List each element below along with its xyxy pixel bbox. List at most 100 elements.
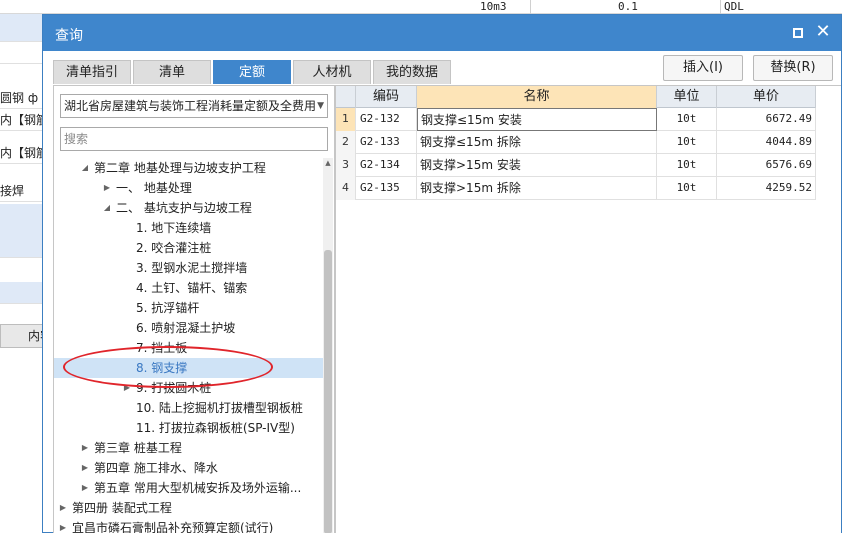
- tab-my-data[interactable]: 我的数据: [373, 60, 451, 84]
- expand-arrow-icon[interactable]: ▶: [102, 178, 112, 198]
- cell-unit[interactable]: 10t: [657, 177, 717, 200]
- cell-price[interactable]: 6576.69: [717, 154, 816, 177]
- tree-item-label: 宜昌市磷石膏制品补充预算定额(试行): [72, 521, 274, 533]
- tree-item-label: 4. 土钉、锚杆、锚索: [136, 281, 248, 295]
- tree-item[interactable]: 5. 抗浮锚杆: [54, 298, 324, 318]
- tree-item[interactable]: ▶ 第四章 施工排水、降水: [54, 458, 324, 478]
- cell-code[interactable]: G2-133: [356, 131, 417, 154]
- background-top-row: 10m3 0.1 QDL: [0, 0, 842, 14]
- bg-divider: [530, 0, 531, 14]
- bg-row: [0, 282, 43, 304]
- tree-item-label: 第四章 施工排水、降水: [94, 461, 218, 475]
- tree-item-label: 第三章 桩基工程: [94, 441, 182, 455]
- expand-arrow-icon[interactable]: ▶: [122, 378, 132, 398]
- column-header-code[interactable]: 编码: [356, 86, 417, 108]
- column-header-name[interactable]: 名称: [417, 86, 657, 108]
- bg-row: 内【钢筋: [0, 109, 43, 131]
- maximize-button[interactable]: [789, 24, 807, 42]
- collapse-arrow-icon[interactable]: ◢: [102, 198, 112, 218]
- tree-item[interactable]: 11. 打拔拉森钢板桩(SP-IV型): [54, 418, 324, 438]
- cell-unit[interactable]: 10t: [657, 154, 717, 177]
- expand-arrow-icon[interactable]: ▶: [58, 518, 68, 533]
- expand-arrow-icon[interactable]: ▶: [80, 458, 90, 478]
- background-left-strip: 圆钢 ф 内【钢筋 内【钢筋 接焊 内容: [0, 14, 78, 533]
- table-row[interactable]: 1 G2-132 钢支撑≤15m 安装 10t 6672.49: [336, 108, 816, 131]
- tab-labor-material-machine[interactable]: 人材机: [293, 60, 371, 84]
- quota-library-value: 湖北省房屋建筑与装饰工程消耗量定额及全费用: [64, 99, 317, 113]
- cell-code[interactable]: G2-134: [356, 154, 417, 177]
- search-input[interactable]: [60, 127, 328, 151]
- tree-item[interactable]: 2. 咬合灌注桩: [54, 238, 324, 258]
- cell-num: 2: [336, 131, 356, 154]
- tree-item-label: 1. 地下连续墙: [136, 221, 212, 235]
- collapse-arrow-icon[interactable]: ◢: [80, 158, 90, 178]
- cell-name[interactable]: 钢支撑≤15m 安装: [417, 108, 657, 131]
- bg-qty-value: 0.1: [618, 0, 638, 13]
- quota-tree: ◢ 第二章 地基处理与边坡支护工程 ▶ 一、 地基处理 ◢ 二、 基坑支护与边坡工程 1. …: [54, 158, 324, 533]
- column-header-unit[interactable]: 单位: [657, 86, 717, 108]
- tree-item-label: 5. 抗浮锚杆: [136, 301, 200, 315]
- tree-item-label: 第五章 常用大型机械安拆及场外运输...: [94, 481, 302, 495]
- table-row[interactable]: 2 G2-133 钢支撑≤15m 拆除 10t 4044.89: [336, 131, 816, 154]
- bg-row: [0, 204, 43, 258]
- dialog-title: 查询: [55, 28, 83, 44]
- cell-price[interactable]: 4259.52: [717, 177, 816, 200]
- table-header: 编码 名称 单位 单价: [336, 86, 816, 108]
- cell-price[interactable]: 6672.49: [717, 108, 816, 131]
- tree-item[interactable]: ▶ 一、 地基处理: [54, 178, 324, 198]
- table-row[interactable]: 4 G2-135 钢支撑>15m 拆除 10t 4259.52: [336, 177, 816, 200]
- insert-button[interactable]: 插入(I): [663, 55, 743, 81]
- scroll-up-icon[interactable]: ▲: [323, 158, 333, 168]
- tree-item[interactable]: ▶ 宜昌市磷石膏制品补充预算定额(试行): [54, 518, 324, 533]
- cell-unit[interactable]: 10t: [657, 131, 717, 154]
- cell-num: 1: [336, 108, 356, 131]
- close-button[interactable]: ✕: [813, 21, 833, 43]
- tab-bill-guide[interactable]: 清单指引: [53, 60, 131, 84]
- cell-name[interactable]: 钢支撑>15m 拆除: [417, 177, 657, 200]
- close-icon: ✕: [815, 21, 831, 42]
- cell-unit[interactable]: 10t: [657, 108, 717, 131]
- cell-price[interactable]: 4044.89: [717, 131, 816, 154]
- bg-row: [0, 42, 43, 64]
- expand-arrow-icon[interactable]: ▶: [80, 478, 90, 498]
- tree-item[interactable]: 3. 型钢水泥土搅拌墙: [54, 258, 324, 278]
- expand-arrow-icon[interactable]: ▶: [58, 498, 68, 518]
- tree-item[interactable]: ▶ 第五章 常用大型机械安拆及场外运输...: [54, 478, 324, 498]
- tree-item-label: 2. 咬合灌注桩: [136, 241, 212, 255]
- column-header-price[interactable]: 单价: [717, 86, 816, 108]
- table-row[interactable]: 3 G2-134 钢支撑>15m 安装 10t 6576.69: [336, 154, 816, 177]
- tree-item[interactable]: ▶ 第四册 装配式工程: [54, 498, 324, 518]
- tree-scrollbar[interactable]: ▲: [323, 158, 333, 533]
- tree-item[interactable]: 1. 地下连续墙: [54, 218, 324, 238]
- cell-num: 4: [336, 177, 356, 200]
- quota-library-select[interactable]: 湖北省房屋建筑与装饰工程消耗量定额及全费用 ▼: [60, 94, 328, 118]
- tree-item[interactable]: ▶ 第三章 桩基工程: [54, 438, 324, 458]
- tab-quota[interactable]: 定额: [213, 60, 291, 84]
- quota-tree-panel: 湖北省房屋建筑与装饰工程消耗量定额及全费用 ▼ ◢ 第二章 地基处理与边坡支护工程…: [53, 85, 335, 533]
- tree-item[interactable]: 8. 钢支撑: [54, 358, 324, 378]
- tree-item-label: 二、 基坑支护与边坡工程: [116, 201, 252, 215]
- tree-item[interactable]: ◢ 二、 基坑支护与边坡工程: [54, 198, 324, 218]
- scrollbar-thumb[interactable]: [324, 250, 332, 533]
- cell-name[interactable]: 钢支撑>15m 安装: [417, 154, 657, 177]
- replace-button[interactable]: 替换(R): [753, 55, 833, 81]
- tree-item[interactable]: ◢ 第二章 地基处理与边坡支护工程: [54, 158, 324, 178]
- chevron-down-icon: ▼: [317, 101, 324, 111]
- dialog-titlebar[interactable]: 查询 ✕: [43, 15, 841, 51]
- cell-num: 3: [336, 154, 356, 177]
- tree-item[interactable]: ▶ 9. 打拔圆木桩: [54, 378, 324, 398]
- tree-item[interactable]: 7. 挡土板: [54, 338, 324, 358]
- query-dialog: 查询 ✕ 清单指引 清单 定额 人材机 我的数据 插入(I) 替换(R) 湖北省…: [42, 14, 842, 533]
- tree-item[interactable]: 6. 喷射混凝土护坡: [54, 318, 324, 338]
- expand-arrow-icon[interactable]: ▶: [80, 438, 90, 458]
- cell-code[interactable]: G2-132: [356, 108, 417, 131]
- tree-item-label: 6. 喷射混凝土护坡: [136, 321, 236, 335]
- bg-divider: [720, 0, 721, 14]
- tab-bill[interactable]: 清单: [133, 60, 211, 84]
- cell-code[interactable]: G2-135: [356, 177, 417, 200]
- maximize-icon: [793, 28, 803, 38]
- cell-name[interactable]: 钢支撑≤15m 拆除: [417, 131, 657, 154]
- tree-item[interactable]: 4. 土钉、锚杆、锚索: [54, 278, 324, 298]
- bg-row: [0, 14, 43, 42]
- tree-item[interactable]: 10. 陆上挖掘机打拔槽型钢板桩: [54, 398, 324, 418]
